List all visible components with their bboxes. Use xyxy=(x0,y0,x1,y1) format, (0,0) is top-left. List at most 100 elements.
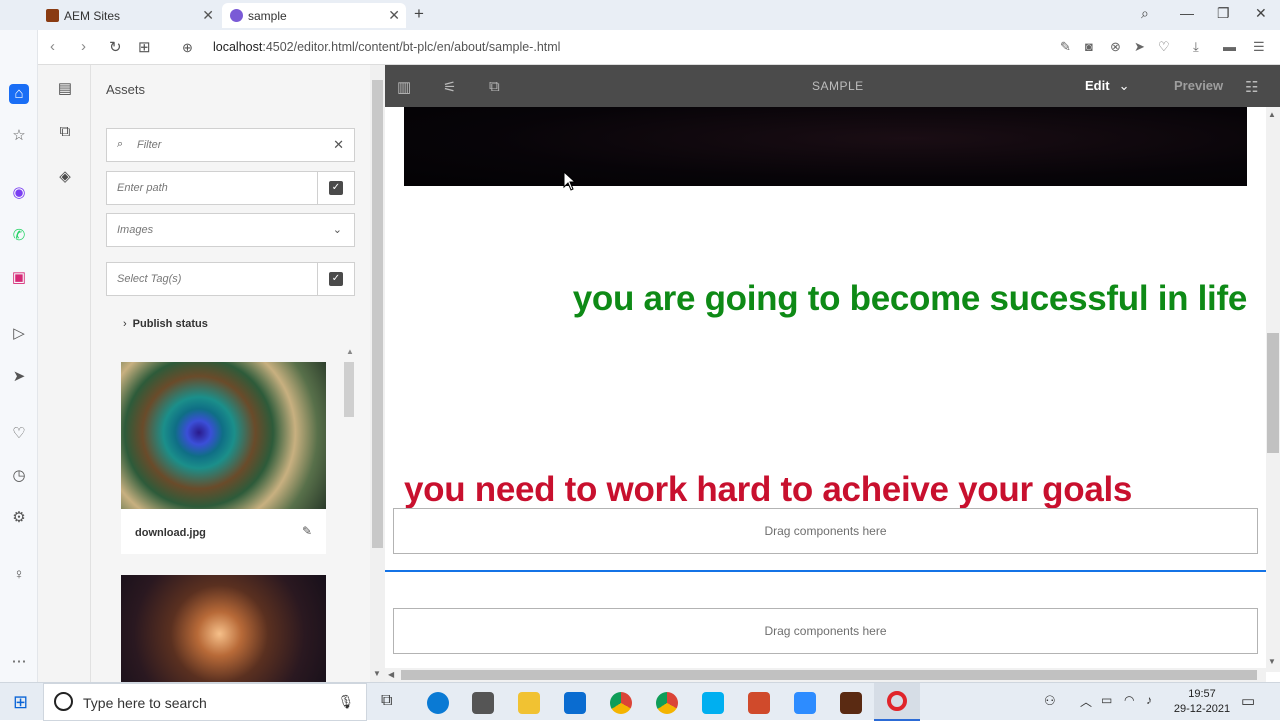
scroll-thumb[interactable] xyxy=(401,670,1257,680)
drop-zone[interactable]: Drag components here xyxy=(393,508,1258,554)
chrome-icon[interactable] xyxy=(610,692,632,714)
download-icon[interactable]: ⤓ xyxy=(1193,39,1199,55)
close-icon[interactable]: ✕ xyxy=(202,7,214,24)
tabs-grid-icon[interactable]: ⊞ xyxy=(138,38,151,56)
tab-aem-sites[interactable]: AEM Sites ✕ xyxy=(38,3,220,28)
horizontal-scrollbar[interactable]: ◀ xyxy=(385,668,1266,682)
path-browse-button[interactable]: ✓ xyxy=(317,171,354,205)
filter-input[interactable]: ⌕ Filter ✕ xyxy=(106,128,355,162)
forward-icon[interactable]: › xyxy=(81,38,86,55)
asset-name: download.jpg xyxy=(135,527,206,539)
editor-scrollbar[interactable]: ▲ ▼ xyxy=(1266,107,1280,672)
taskbar-search[interactable]: Type here to search 🎙 xyxy=(43,683,367,721)
send-icon[interactable]: ➤ xyxy=(9,367,29,387)
maximize-icon[interactable]: ❐ xyxy=(1217,5,1230,22)
preview-button[interactable]: Preview xyxy=(1174,78,1223,93)
text-component-red[interactable]: you need to work hard to acheive your go… xyxy=(404,470,1132,510)
messenger-icon[interactable]: ◉ xyxy=(9,183,29,203)
history-icon[interactable]: ◷ xyxy=(9,466,29,486)
text-component-green[interactable]: you are going to become sucessful in lif… xyxy=(385,279,1248,319)
lightbulb-icon[interactable]: ♀ xyxy=(9,565,29,585)
clear-icon[interactable]: ✕ xyxy=(333,137,344,153)
scroll-thumb[interactable] xyxy=(344,362,354,417)
toggle-side-panel-icon[interactable]: ▥ xyxy=(397,78,411,96)
tags-browse-button[interactable]: ✓ xyxy=(317,262,354,296)
powerpoint-icon[interactable] xyxy=(748,692,770,714)
file-explorer-icon[interactable] xyxy=(518,692,540,714)
panel-scrollbar[interactable]: ▼ xyxy=(370,65,385,682)
layers-rail-icon[interactable]: ◈ xyxy=(56,167,74,185)
panel-title: Assets xyxy=(106,82,146,97)
wifi-icon[interactable]: ◠ xyxy=(1124,693,1134,707)
edit-page-icon[interactable]: ✎ xyxy=(1060,39,1071,55)
scroll-down-icon[interactable]: ▼ xyxy=(1268,657,1276,666)
components-rail-icon[interactable]: ⧉ xyxy=(56,123,74,141)
send-page-icon[interactable]: ➤ xyxy=(1134,39,1145,55)
task-view-icon[interactable]: ⧉ xyxy=(381,692,392,710)
chrome-icon[interactable] xyxy=(656,692,678,714)
more-icon[interactable]: ⋯ xyxy=(9,652,29,672)
skype-icon[interactable] xyxy=(702,692,724,714)
tags-field[interactable]: Select Tag(s) ✓ xyxy=(106,262,355,296)
tab-sample[interactable]: sample ✕ xyxy=(222,3,406,28)
player-icon[interactable]: ▷ xyxy=(9,324,29,344)
notifications-icon[interactable]: ▭ xyxy=(1241,692,1255,710)
store-icon[interactable] xyxy=(472,692,494,714)
menu-icon[interactable]: ☰ xyxy=(1253,39,1265,55)
url-field[interactable]: localhost:4502/editor.html/content/bt-pl… xyxy=(213,40,560,54)
mail-icon[interactable] xyxy=(564,692,586,714)
page-properties-icon[interactable]: ⚟ xyxy=(443,78,456,96)
asset-card[interactable] xyxy=(121,575,326,682)
drop-zone[interactable]: Drag components here xyxy=(393,608,1258,654)
assets-scrollbar[interactable]: ▲ xyxy=(342,347,356,682)
block-icon[interactable]: ⊗ xyxy=(1110,39,1121,55)
instagram-icon[interactable]: ▣ xyxy=(9,268,29,288)
bookmark-heart-icon[interactable]: ♡ xyxy=(1158,39,1170,55)
reload-icon[interactable]: ↻ xyxy=(109,38,122,56)
type-select[interactable]: Images ⌄ xyxy=(106,213,355,247)
system-clock[interactable]: 19:57 29-12-2021 xyxy=(1172,687,1232,717)
hero-image[interactable] xyxy=(404,107,1247,186)
back-icon[interactable]: ‹ xyxy=(50,38,55,55)
scroll-down-icon[interactable]: ▼ xyxy=(373,669,381,678)
address-bar: ‹ › ↻ ⊞ ⊕ localhost:4502/editor.html/con… xyxy=(38,30,1280,65)
battery-icon[interactable]: ▬ xyxy=(1223,39,1236,54)
close-icon[interactable]: ✕ xyxy=(388,7,400,24)
aem-icon[interactable] xyxy=(840,692,862,714)
new-tab-icon[interactable]: + xyxy=(414,4,424,24)
scroll-up-icon[interactable]: ▲ xyxy=(346,347,354,356)
star-icon[interactable]: ☆ xyxy=(9,126,29,146)
settings-icon[interactable]: ⚙ xyxy=(9,508,29,528)
battery-tray-icon[interactable]: ▭ xyxy=(1101,693,1112,707)
publish-status-toggle[interactable]: › Publish status xyxy=(123,318,208,330)
home-icon[interactable]: ⌂ xyxy=(9,84,29,104)
whatsapp-icon[interactable]: ✆ xyxy=(9,226,29,246)
camera-icon[interactable]: ◙ xyxy=(1085,39,1093,54)
windows-start-icon[interactable]: ⊞ xyxy=(13,692,28,713)
volume-icon[interactable]: ♪ xyxy=(1146,693,1152,707)
assets-rail-icon[interactable]: ▤ xyxy=(56,79,74,97)
show-hidden-icons[interactable]: ︿ xyxy=(1080,693,1092,710)
close-window-icon[interactable]: ✕ xyxy=(1255,5,1267,22)
scroll-up-icon[interactable]: ▲ xyxy=(1268,110,1276,119)
edge-icon[interactable] xyxy=(427,692,449,714)
microphone-icon[interactable]: 🎙 xyxy=(337,694,354,710)
asset-card[interactable]: download.jpg ✎ xyxy=(121,362,326,554)
cortana-icon xyxy=(54,692,73,711)
mouse-cursor-icon xyxy=(563,171,577,191)
people-icon[interactable]: ⚇ xyxy=(1044,693,1056,709)
globe-icon: ⊕ xyxy=(182,40,193,55)
edit-mode-button[interactable]: Edit ⌄ xyxy=(1085,78,1129,94)
scroll-thumb[interactable] xyxy=(1267,333,1279,453)
edit-icon[interactable]: ✎ xyxy=(302,524,312,538)
heart-icon[interactable]: ♡ xyxy=(9,424,29,444)
scroll-thumb[interactable] xyxy=(372,80,383,548)
path-field[interactable]: Enter path ✓ xyxy=(106,171,355,205)
opera-taskbar-button[interactable] xyxy=(874,683,920,721)
search-icon[interactable]: ⌕ xyxy=(1141,5,1149,22)
annotations-icon[interactable]: ☷ xyxy=(1245,78,1258,96)
emulator-icon[interactable]: ⧉ xyxy=(489,78,500,95)
minimize-icon[interactable]: — xyxy=(1180,5,1194,21)
scroll-left-icon[interactable]: ◀ xyxy=(388,670,394,679)
zoom-icon[interactable] xyxy=(794,692,816,714)
